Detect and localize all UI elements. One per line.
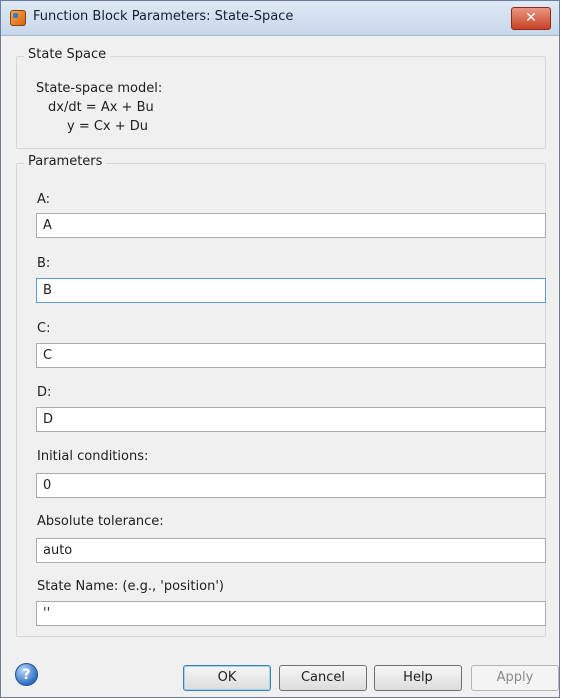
simulink-block-icon bbox=[10, 10, 26, 26]
matrix-c-input[interactable]: C bbox=[36, 343, 546, 368]
field-label-a: A: bbox=[37, 192, 51, 207]
cancel-button[interactable]: Cancel bbox=[279, 665, 367, 691]
description-line-3: y = Cx + Du bbox=[67, 119, 149, 134]
help-button[interactable]: Help bbox=[374, 665, 462, 691]
apply-button[interactable]: Apply bbox=[471, 665, 559, 691]
matrix-b-input[interactable]: B bbox=[36, 278, 546, 303]
matrix-a-input[interactable]: A bbox=[36, 213, 546, 238]
help-circle-icon[interactable]: ? bbox=[15, 663, 38, 686]
field-label-state-name: State Name: (e.g., 'position') bbox=[37, 579, 224, 594]
field-label-c: C: bbox=[37, 321, 51, 336]
button-bar: ? OK Cancel Help Apply bbox=[1, 653, 559, 697]
field-label-initial-conditions: Initial conditions: bbox=[37, 449, 149, 464]
field-label-d: D: bbox=[37, 385, 52, 400]
absolute-tolerance-input[interactable]: auto bbox=[36, 538, 546, 563]
dialog-window: Function Block Parameters: State-Space ✕… bbox=[0, 0, 560, 698]
description-group: State Space State-space model: dx/dt = A… bbox=[16, 47, 546, 149]
field-label-absolute-tolerance: Absolute tolerance: bbox=[37, 514, 164, 529]
parameters-group: Parameters A: A B: B C: C D: D Initial c… bbox=[16, 154, 546, 637]
state-name-input[interactable]: '' bbox=[36, 601, 546, 626]
field-label-b: B: bbox=[37, 256, 51, 271]
initial-conditions-input[interactable]: 0 bbox=[36, 473, 546, 498]
description-line-2: dx/dt = Ax + Bu bbox=[48, 100, 154, 115]
title-bar[interactable]: Function Block Parameters: State-Space ✕ bbox=[1, 1, 559, 36]
parameters-group-title: Parameters bbox=[24, 154, 107, 169]
close-icon[interactable]: ✕ bbox=[511, 7, 551, 30]
ok-button[interactable]: OK bbox=[183, 665, 271, 691]
window-title: Function Block Parameters: State-Space bbox=[33, 9, 294, 24]
description-group-title: State Space bbox=[24, 47, 111, 62]
description-line-1: State-space model: bbox=[36, 81, 163, 96]
matrix-d-input[interactable]: D bbox=[36, 407, 546, 432]
